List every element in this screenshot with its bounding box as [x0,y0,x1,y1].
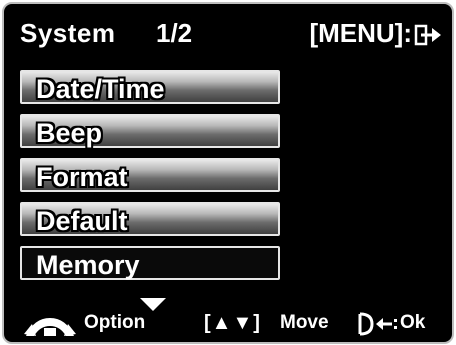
menu-exit-hint: [MENU]: [309,18,412,48]
menu-item-beep[interactable]: Beep [20,114,280,148]
page-indicator: 1/2 [156,18,193,48]
down-triangle-icon [140,298,166,311]
system-menu-list: Date/Time Beep Format Default Memory [20,70,280,290]
menu-item-label: Format [36,162,128,192]
menu-item-label: Date/Time [36,74,165,104]
ok-hint-label: Ok [400,312,426,333]
menu-item-date-time[interactable]: Date/Time [20,70,280,104]
mode-dial-icon[interactable] [22,312,78,338]
header-bar: System 1/2 [MENU]: [4,4,452,62]
footer-hints: Option [▲▼] Move Ok [4,292,452,342]
option-hint-label: Option [84,312,146,333]
move-hint-label: Move [280,312,329,333]
up-down-arrows-icon: [▲▼] [204,312,261,334]
menu-item-label: Default [36,206,128,236]
exit-arrow-icon[interactable] [414,24,442,46]
menu-item-label: Beep [36,118,103,148]
menu-item-default[interactable]: Default [20,202,280,236]
shutter-enter-icon[interactable] [356,312,398,336]
menu-item-label: Memory [36,250,140,280]
menu-item-memory[interactable]: Memory [20,246,280,280]
menu-title: System [20,18,116,48]
menu-item-format[interactable]: Format [20,158,280,192]
camera-menu-screen: System 1/2 [MENU]: Date/Time Beep Format… [2,2,454,344]
